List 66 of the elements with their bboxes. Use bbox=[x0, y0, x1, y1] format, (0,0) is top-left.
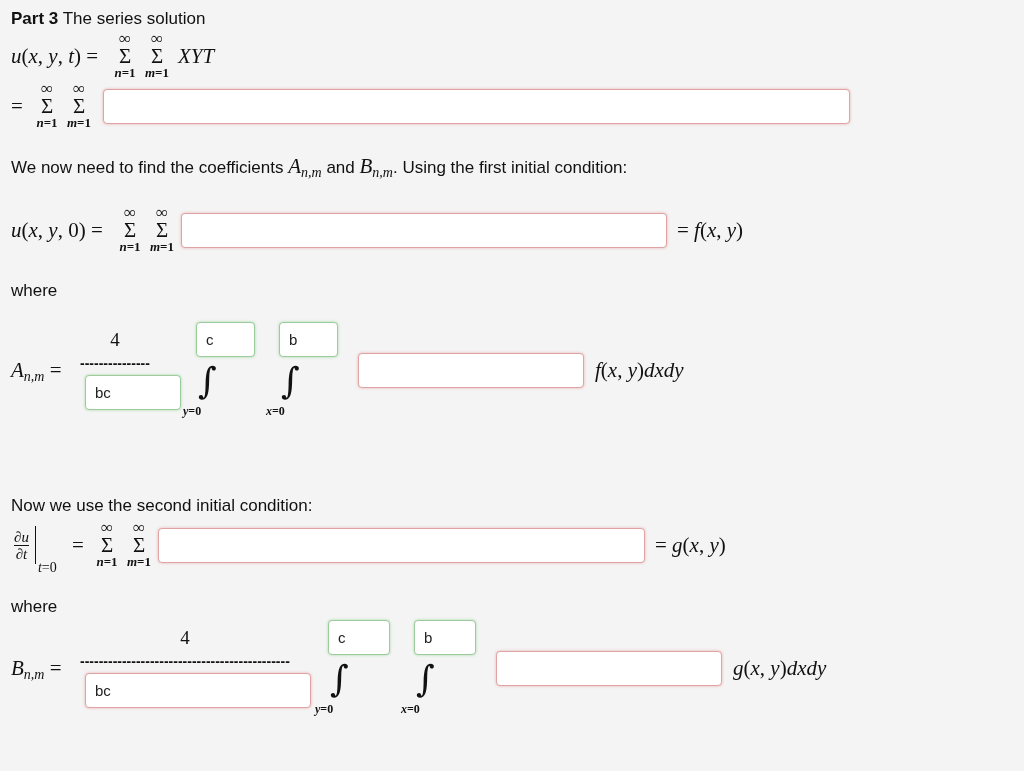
answer-field[interactable] bbox=[496, 650, 722, 686]
integral-symbol: ∫ bbox=[416, 657, 435, 701]
answer-field[interactable] bbox=[358, 352, 584, 388]
instruction-text: Now we use the second initial condition: bbox=[11, 496, 313, 516]
upper-limit: ∞ bbox=[132, 521, 146, 535]
equation-text: g(x, y)dxdy bbox=[733, 655, 827, 681]
answer-field[interactable] bbox=[158, 527, 645, 563]
upper-limit: ∞ bbox=[100, 521, 114, 535]
equation-text: f(x, y)dxdy bbox=[595, 357, 684, 383]
answer-field[interactable]: bc bbox=[85, 673, 311, 708]
fraction-dashes: --------------- bbox=[80, 356, 150, 370]
summation-symbol: Σ bbox=[132, 535, 146, 555]
answer-field[interactable]: c bbox=[328, 620, 390, 655]
lower-limit: m=1 bbox=[66, 116, 91, 130]
summation-symbol: Σ bbox=[150, 46, 164, 66]
where-text: where bbox=[11, 597, 58, 617]
lower-limit: m=1 bbox=[144, 66, 169, 80]
lower-limit: n=1 bbox=[114, 66, 136, 80]
section-heading: Part 3 The series solution bbox=[11, 9, 206, 29]
upper-limit: ∞ bbox=[118, 32, 132, 46]
lower-limit: n=1 bbox=[36, 116, 58, 130]
summation-symbol: Σ bbox=[118, 46, 132, 66]
lower-limit: n=1 bbox=[96, 555, 118, 569]
lower-limit: t=0 bbox=[37, 561, 57, 575]
summation-symbol: Σ bbox=[123, 220, 137, 240]
answer-field[interactable]: bc bbox=[85, 375, 181, 410]
integral-symbol: ∫ bbox=[330, 657, 349, 701]
lower-limit: m=1 bbox=[126, 555, 151, 569]
lower-limit: y=0 bbox=[315, 703, 334, 715]
equation-text: = f(x, y) bbox=[677, 217, 744, 243]
derivative-denominator: ∂t bbox=[15, 546, 28, 561]
upper-limit: ∞ bbox=[72, 82, 86, 96]
summation-symbol: Σ bbox=[100, 535, 114, 555]
answer-field[interactable]: b bbox=[279, 322, 338, 357]
answer-field[interactable]: c bbox=[196, 322, 255, 357]
lower-limit: x=0 bbox=[266, 405, 285, 417]
instruction-text: We now need to find the coefficients A$_{n,m}$ and B$_{n,m}$. Using the first initial condition: bbox=[11, 155, 628, 179]
equation-text: = g(x, y) bbox=[655, 532, 726, 558]
lower-limit: m=1 bbox=[149, 240, 174, 254]
numerator: 4 bbox=[180, 628, 190, 648]
equation-text: = bbox=[11, 93, 24, 119]
fraction-dashes: --------------------------------------------- bbox=[80, 654, 290, 668]
numerator: 4 bbox=[110, 330, 120, 350]
answer-field[interactable]: b bbox=[414, 620, 476, 655]
upper-limit: ∞ bbox=[155, 206, 169, 220]
equation-text: B$_{n,m}$ = bbox=[11, 655, 63, 681]
lower-limit: n=1 bbox=[119, 240, 141, 254]
where-text: where bbox=[11, 281, 58, 301]
summation-symbol: Σ bbox=[155, 220, 169, 240]
equation-text: = bbox=[72, 532, 85, 558]
summation-symbol: Σ bbox=[40, 96, 54, 116]
integral-symbol: ∫ bbox=[198, 359, 217, 403]
integral-symbol: ∫ bbox=[281, 359, 300, 403]
upper-limit: ∞ bbox=[40, 82, 54, 96]
equation-text: u(x, y, 0) = bbox=[11, 217, 104, 243]
equation-text: XYT bbox=[178, 43, 215, 69]
answer-field[interactable] bbox=[181, 212, 667, 248]
equation-text: A$_{n,m}$ = bbox=[11, 357, 63, 383]
lower-limit: x=0 bbox=[401, 703, 420, 715]
upper-limit: ∞ bbox=[150, 32, 164, 46]
summation-symbol: Σ bbox=[72, 96, 86, 116]
equation-text: u(x, y, t) = bbox=[11, 43, 100, 69]
upper-limit: ∞ bbox=[123, 206, 137, 220]
answer-field[interactable] bbox=[103, 88, 850, 124]
derivative-numerator: ∂u bbox=[14, 529, 29, 544]
lower-limit: y=0 bbox=[183, 405, 202, 417]
